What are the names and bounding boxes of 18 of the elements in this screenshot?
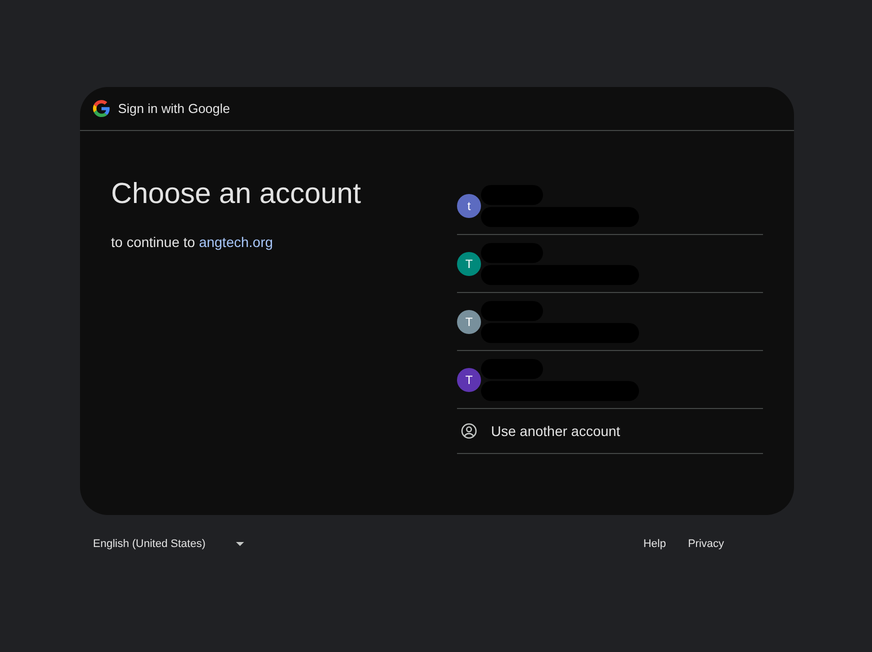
account-item[interactable]: T — [457, 235, 763, 293]
language-select[interactable]: English (United States) — [93, 532, 244, 556]
account-circle-icon — [461, 423, 477, 439]
page-title: Choose an account — [111, 177, 362, 212]
footer-link[interactable]: Help — [643, 536, 666, 552]
g-logo-icon — [93, 100, 110, 117]
account-item[interactable]: T — [457, 351, 763, 409]
caret-icon — [236, 542, 244, 546]
header-title: Sign in with Google — [118, 100, 230, 118]
account-item[interactable]: t — [457, 177, 763, 235]
footer-link[interactable]: Privacy — [688, 536, 724, 552]
site-link[interactable]: angtech.org — [198, 234, 273, 250]
avatar: T — [457, 368, 481, 392]
avatar: T — [457, 252, 481, 276]
use-another-account-button[interactable]: Use another account — [457, 409, 763, 454]
avatar: t — [457, 194, 481, 218]
avatar: T — [457, 310, 481, 334]
subtitle: to continue to angtech.org — [111, 232, 274, 252]
